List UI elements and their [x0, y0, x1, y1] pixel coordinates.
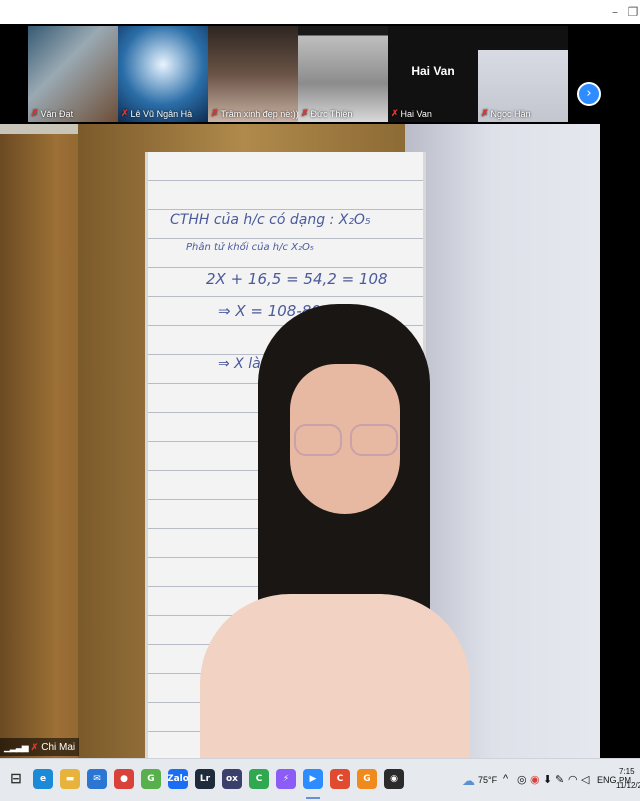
board-line: CTHH của h/c có dạng : X₂O₅	[170, 212, 371, 228]
next-page-button[interactable]: ›	[577, 82, 601, 106]
board-line: 2X + 16,5 = 54,2 = 108	[206, 270, 388, 288]
participant-name: Ngọc Hân	[490, 108, 531, 119]
board-line: Phân tử khối của h/c X₂O₅	[186, 242, 314, 253]
participant-label: ✗ Hai Van	[391, 108, 432, 119]
chrome-icon[interactable]: ●	[114, 769, 134, 789]
mail-icon[interactable]: ✉	[87, 769, 107, 789]
participant-name: Hai Van	[400, 108, 432, 119]
participant-tile[interactable]: Hai Van ✗ Hai Van	[388, 26, 478, 122]
participant-name: Lê Vũ Ngân Hà	[130, 108, 193, 119]
participant-label: ✗ Lê Vũ Ngân Hà	[121, 108, 192, 119]
tool-red-icon[interactable]: C	[330, 769, 350, 789]
active-speaker-video: CTHH của h/c có dạng : X₂O₅ Phân tử khối…	[0, 124, 600, 758]
tool-dark-icon[interactable]: ◉	[384, 769, 404, 789]
participant-gallery: ✗ Văn Đạt ✗ Lê Vũ Ngân Hà ✗ Trâm xinh đẹp n…	[0, 24, 640, 124]
participant-tile[interactable]: ✗ Đức Thiện	[298, 26, 388, 122]
participant-tile[interactable]: ✗ Văn Đạt	[28, 26, 118, 122]
board-line: ⇒ X là	[218, 356, 261, 372]
mic-muted-icon: ✗	[30, 741, 39, 752]
window-title-bar: – ❐	[0, 0, 640, 24]
clock-date[interactable]: 11/12/20	[616, 781, 640, 790]
mic-muted-icon: ✗	[301, 108, 309, 118]
participant-name: Đức Thiện	[310, 108, 353, 119]
mic-muted-icon: ✗	[391, 108, 399, 118]
lightroom-icon[interactable]: Lr	[195, 769, 215, 789]
tool-orange-icon[interactable]: G	[357, 769, 377, 789]
coccoc-icon[interactable]: G	[141, 769, 161, 789]
language-indicator[interactable]: ENG	[597, 775, 617, 785]
antivirus-icon[interactable]: ◉	[530, 773, 540, 786]
participant-label: ✗ Văn Đạt	[31, 108, 73, 119]
participant-tile[interactable]: ✗ Ngọc Hân	[478, 26, 568, 122]
zoom-icon[interactable]: ▶	[303, 769, 323, 789]
participant-name: Văn Đạt	[40, 108, 74, 119]
participant-label: ✗ Đức Thiện	[301, 108, 352, 119]
messenger-icon[interactable]: ⚡	[276, 769, 296, 789]
mic-muted-icon: ✗	[31, 108, 39, 118]
speaker-label: ▁▂▃▅ ✗ Chi Mai	[0, 738, 80, 756]
microphone-icon[interactable]: ⬇	[543, 773, 552, 786]
participant-tile[interactable]: ✗ Lê Vũ Ngân Hà	[118, 26, 208, 122]
participant-label: ✗ Ngọc Hân	[481, 108, 531, 119]
mic-muted-icon: ✗	[211, 108, 219, 118]
ox-icon[interactable]: ox	[222, 769, 242, 789]
active-app-indicator	[306, 797, 320, 799]
windows-taskbar: ⊟ e ▬ ✉ ● G Zalo Lr ox C ⚡ ▶ C G ◉ ☁ 75°F ^ ◎ ◉ ⬇ ✎ ◠ …	[0, 758, 640, 801]
weather-icon[interactable]: ☁	[462, 773, 475, 789]
speaker-icon[interactable]: ◁	[581, 773, 589, 786]
speaker-body	[200, 594, 470, 758]
weather-temperature[interactable]: 75°F	[478, 775, 497, 785]
participant-label: ✗ Trâm xinh đẹp nè:)))	[211, 108, 298, 119]
pen-icon[interactable]: ✎	[555, 773, 564, 786]
edge-icon[interactable]: e	[33, 769, 53, 789]
signal-strength-icon: ▁▂▃▅	[4, 741, 29, 752]
zalo-icon[interactable]: Zalo	[167, 769, 189, 789]
participant-tile[interactable]: ✗ Trâm xinh đẹp nè:)))	[208, 26, 298, 122]
chevron-up-icon[interactable]: ^	[503, 773, 508, 785]
participant-name: Trâm xinh đẹp nè:)))	[220, 108, 298, 119]
speaker-glasses	[290, 424, 398, 456]
file-explorer-icon[interactable]: ▬	[60, 769, 80, 789]
onedrive-icon[interactable]: ◎	[517, 773, 527, 786]
participant-display-name: Hai Van	[411, 64, 455, 78]
mic-muted-icon: ✗	[481, 108, 489, 118]
task-view-icon[interactable]: ⊟	[6, 769, 26, 789]
wifi-icon[interactable]: ◠	[568, 773, 578, 786]
speaker-name: Chi Mai	[41, 741, 76, 753]
restore-button[interactable]: ❐	[622, 2, 640, 22]
greenshot-icon[interactable]: C	[249, 769, 269, 789]
mic-muted-icon: ✗	[121, 108, 129, 118]
